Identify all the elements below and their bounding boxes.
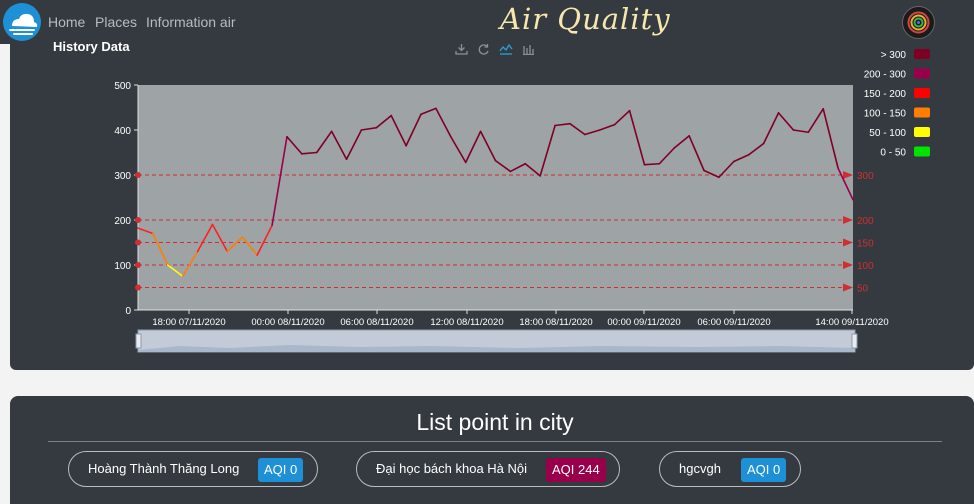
point-name: Hoàng Thành Thăng Long [88,461,240,476]
series-segment [643,162,661,166]
x-tick-label: 18:00 08/11/2020 [519,317,592,328]
point-card-hoang-thanh[interactable]: Hoàng Thành Thăng Long AQI 0 [68,451,318,487]
point-card-bach-khoa[interactable]: Đại học bách khoa Hà Nội AQI 244 [356,451,620,487]
point-name: hgcvgh [679,461,721,476]
threshold-label: 200 [857,216,874,227]
legend-swatch [914,88,930,98]
threshold-label: 300 [857,171,874,182]
threshold-start-dot [135,239,141,246]
aqi-badge: AQI 244 [546,458,606,482]
y-tick-label: 100 [114,261,131,272]
brand-title: Air Quality [500,2,671,36]
list-title: List point in city [416,409,574,435]
datazoom-right-handle [851,333,858,349]
y-tick-label: 0 [125,306,131,317]
history-title: History Data [53,39,130,54]
legend-label: 150 - 200 [864,89,907,100]
x-tick-label: 06:00 08/11/2020 [340,317,413,328]
y-tick-label: 400 [114,126,131,137]
list-divider [48,441,942,442]
x-tick-label: 06:00 09/11/2020 [697,317,770,328]
legend-label: 100 - 150 [864,109,907,120]
legend-label: 200 - 300 [864,70,907,81]
datazoom-left-handle [135,333,142,349]
threshold-label: 150 [857,239,874,250]
plot-area [138,85,853,310]
y-tick-label: 500 [114,81,131,92]
legend-swatch [914,146,930,157]
point-name: Đại học bách khoa Hà Nội [376,461,528,476]
navbar: Home Places Information air Air Quality [0,0,974,44]
legend-swatch [914,107,930,118]
threshold-label: 100 [857,261,874,272]
y-tick-label: 300 [114,171,131,182]
x-tick-label: 12:00 08/11/2020 [430,317,503,328]
user-avatar[interactable] [902,6,935,39]
legend-label: 50 - 100 [869,128,906,139]
x-tick-label: 18:00 07/11/2020 [152,317,225,328]
legend-swatch [914,127,930,137]
cloud-logo-icon[interactable] [3,3,41,41]
nav-information-air-link[interactable]: Information air [146,14,235,30]
threshold-label: 50 [857,284,869,295]
legend-label: > 300 [881,50,907,61]
threshold-start-dot [135,284,141,291]
y-tick-label: 200 [114,216,131,227]
threshold-start-dot [135,172,141,178]
legend-swatch [914,49,930,59]
nav-home-link[interactable]: Home [48,14,85,30]
history-line-chart: 0 100 200 300 400 500 18:00 07/11/2020 00:00 08… [114,49,930,353]
point-card-hgcvgh[interactable]: hgcvgh AQI 0 [659,451,801,487]
nav-places-link[interactable]: Places [95,14,137,30]
legend-label: 0 - 50 [880,148,906,159]
x-tick-label: 00:00 09/11/2020 [607,317,680,328]
x-tick-label: 14:00 09/11/2020 [815,317,888,328]
threshold-start-dot [135,217,141,223]
aqi-badge: AQI 0 [741,458,787,482]
legend-swatch [914,68,930,79]
x-tick-label: 00:00 08/11/2020 [251,317,324,328]
aqi-badge: AQI 0 [258,458,304,482]
threshold-start-dot [135,262,141,268]
